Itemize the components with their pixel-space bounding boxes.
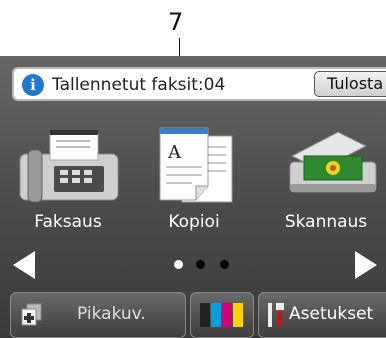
scanner-icon <box>289 131 377 193</box>
shortcuts-icon <box>21 303 42 326</box>
fax-icon <box>19 130 119 203</box>
svg-text:A: A <box>167 142 182 163</box>
copy-icon: A <box>159 127 233 203</box>
print-button[interactable]: Tulosta <box>314 71 386 97</box>
ink-black <box>200 303 210 327</box>
next-page-arrow[interactable] <box>355 251 377 279</box>
ink-magenta <box>222 303 232 327</box>
page-dot-3 <box>220 260 229 269</box>
shortcuts-button[interactable]: Pikakuv. <box>10 292 186 338</box>
ink-cyan <box>211 303 221 327</box>
settings-label: Asetukset <box>289 304 374 324</box>
tools-icon <box>268 303 284 327</box>
stored-fax-notice: Tallennetut faksit:04 <box>52 75 226 95</box>
ink-button[interactable] <box>190 292 254 338</box>
app-scan[interactable]: Skannaus <box>266 126 386 246</box>
shortcuts-label: Pikakuv. <box>77 304 146 324</box>
app-fax[interactable]: Faksaus <box>8 126 128 246</box>
page-dot-2 <box>196 260 205 269</box>
touchscreen: i Tallennetut faksit:04 Tulosta Faksaus <box>0 56 386 338</box>
ink-yellow <box>233 303 243 327</box>
callout-number: 7 <box>168 8 184 36</box>
previous-page-arrow[interactable] <box>13 251 35 279</box>
app-scan-label: Skannaus <box>284 212 368 232</box>
info-icon[interactable]: i <box>22 74 44 96</box>
settings-button[interactable]: Asetukset <box>258 292 386 338</box>
app-copy[interactable]: A Kopioi <box>134 126 254 246</box>
info-notification-bar[interactable]: i Tallennetut faksit:04 Tulosta <box>12 67 386 101</box>
app-copy-label: Kopioi <box>168 212 220 232</box>
page-dot-1 <box>174 260 183 269</box>
app-fax-label: Faksaus <box>34 212 102 232</box>
